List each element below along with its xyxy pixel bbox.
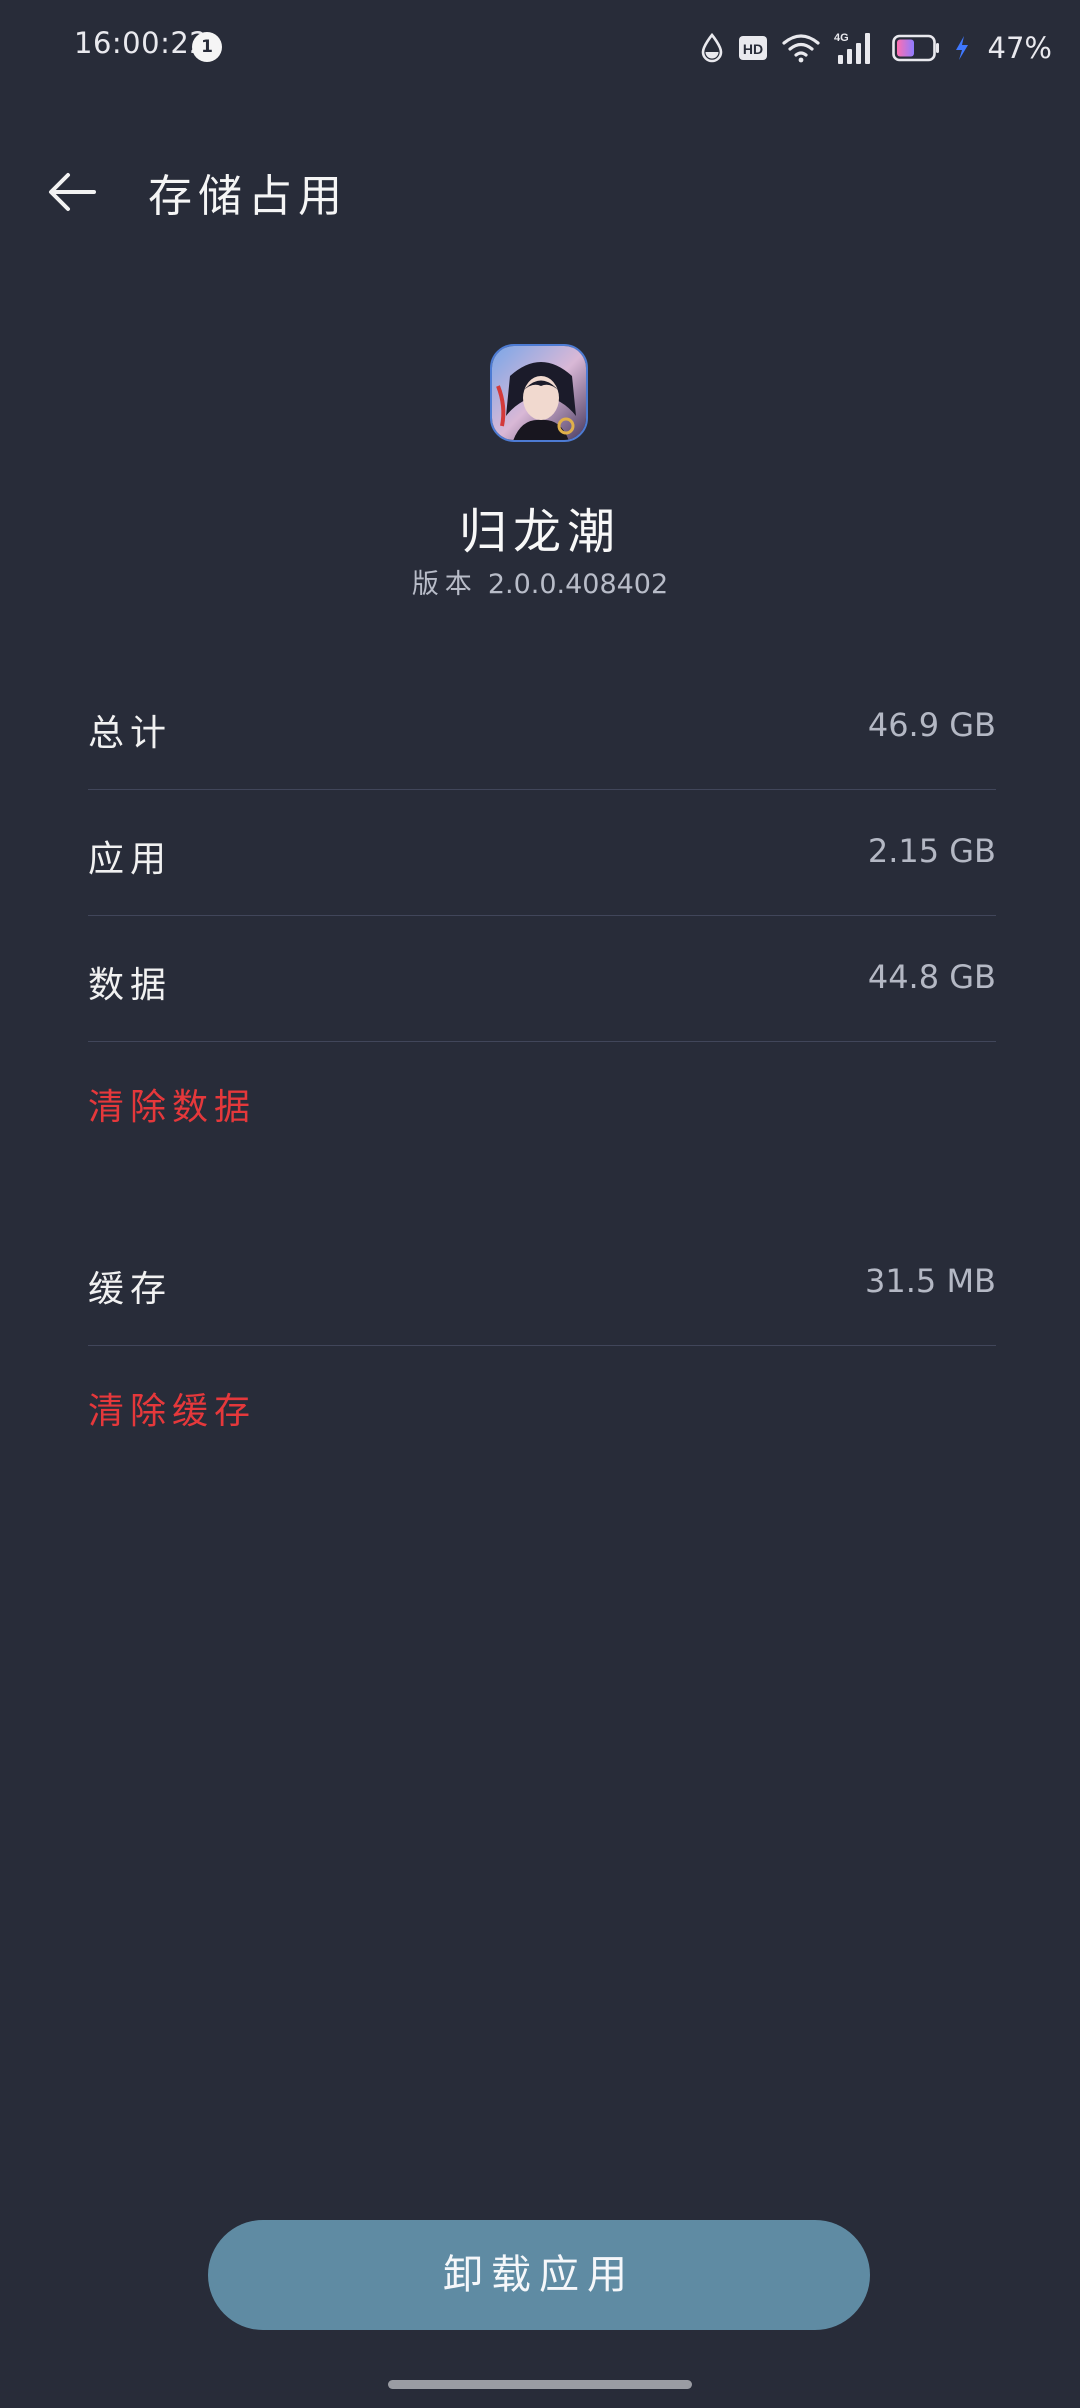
wifi-icon bbox=[781, 33, 820, 63]
cellular-signal-icon: 4G bbox=[834, 31, 878, 65]
storage-row-total: 总计 46.9 GB bbox=[88, 666, 996, 790]
hd-icon: HD bbox=[738, 35, 768, 61]
app-icon bbox=[490, 344, 588, 442]
uninstall-button[interactable]: 卸载应用 bbox=[208, 2220, 870, 2330]
storage-row-value: 44.8 GB bbox=[867, 958, 996, 996]
divider bbox=[88, 1041, 996, 1042]
network-type: 4G bbox=[834, 32, 849, 44]
app-version: 版本 2.0.0.408402 bbox=[0, 562, 1080, 601]
status-bar: 16:00:22 1 HD 4G 47% bbox=[0, 0, 1080, 96]
battery-percent: 47% bbox=[987, 31, 1052, 65]
page-title: 存储占用 bbox=[148, 171, 348, 222]
storage-row-cache: 缓存 31.5 MB bbox=[88, 1222, 996, 1346]
clear-cache-button[interactable]: 清除缓存 bbox=[88, 1382, 256, 1434]
charging-bolt-icon bbox=[954, 35, 970, 61]
storage-row-label: 总计 bbox=[88, 713, 173, 754]
notification-badge: 1 bbox=[192, 32, 222, 62]
divider bbox=[88, 915, 996, 916]
home-indicator[interactable] bbox=[388, 2380, 692, 2389]
hd-label: HD bbox=[742, 41, 762, 57]
status-icons: HD 4G 47% bbox=[700, 26, 1052, 70]
battery-icon bbox=[891, 34, 940, 62]
storage-row-label: 应用 bbox=[88, 839, 173, 880]
storage-row-value: 2.15 GB bbox=[867, 832, 996, 870]
status-time: 16:00:22 bbox=[74, 26, 209, 60]
storage-row-app: 应用 2.15 GB bbox=[88, 792, 996, 916]
back-arrow-icon[interactable] bbox=[44, 166, 100, 218]
version-label: 版本 bbox=[411, 569, 478, 600]
cache-label: 缓存 bbox=[88, 1269, 173, 1310]
app-name: 归龙潮 bbox=[458, 504, 621, 560]
water-drop-icon bbox=[700, 33, 724, 63]
storage-row-label: 数据 bbox=[88, 965, 173, 1006]
storage-row-value: 46.9 GB bbox=[867, 706, 996, 744]
storage-row-data: 数据 44.8 GB bbox=[88, 918, 996, 1042]
cache-value: 31.5 MB bbox=[865, 1262, 996, 1300]
divider bbox=[88, 789, 996, 790]
divider bbox=[88, 1345, 996, 1346]
version-value: 2.0.0.408402 bbox=[487, 569, 669, 600]
clear-data-button[interactable]: 清除数据 bbox=[88, 1078, 256, 1130]
